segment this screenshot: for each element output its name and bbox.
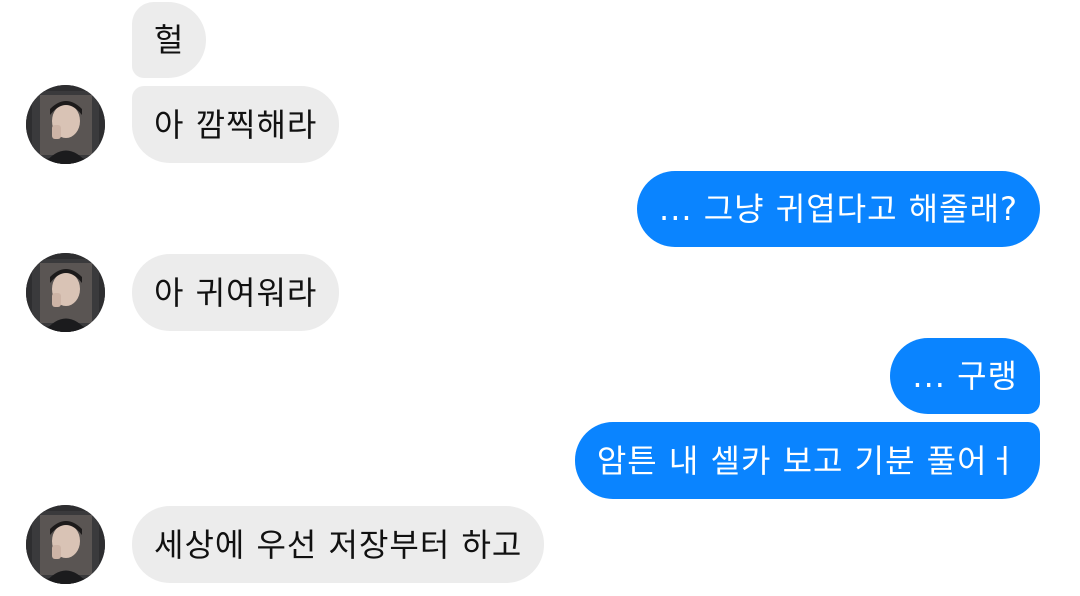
contact-avatar[interactable] [26,505,105,584]
received-message-bubble[interactable]: 아 귀여워라 [132,254,340,331]
contact-avatar[interactable] [26,253,105,332]
message-text: 세상에 우선 저장부터 하고 [154,525,523,564]
message-text: 아 귀여워라 [154,273,318,312]
message-text: 암튼 내 셀카 보고 기분 풀어ㅓ [596,441,1018,480]
sent-message-bubble[interactable]: ... 그냥 귀엽다고 해줄래? [637,171,1040,247]
profile-photo-icon [26,85,105,164]
sent-message-bubble[interactable]: 암튼 내 셀카 보고 기분 풀어ㅓ [574,422,1040,499]
contact-avatar[interactable] [26,85,105,164]
profile-photo-icon [26,253,105,332]
received-message-bubble[interactable]: 아 깜찍해라 [132,86,340,163]
message-text: 헐 [154,21,185,59]
received-message-bubble[interactable]: 세상에 우선 저장부터 하고 [132,506,545,583]
message-text: 아 깜찍해라 [154,105,318,144]
message-text: ... 그냥 귀엽다고 해줄래? [659,190,1018,228]
message-text: ... 구랭 [912,357,1018,395]
sent-message-bubble[interactable]: ... 구랭 [890,338,1040,414]
profile-photo-icon [26,505,105,584]
received-message-bubble[interactable]: 헐 [132,2,207,78]
